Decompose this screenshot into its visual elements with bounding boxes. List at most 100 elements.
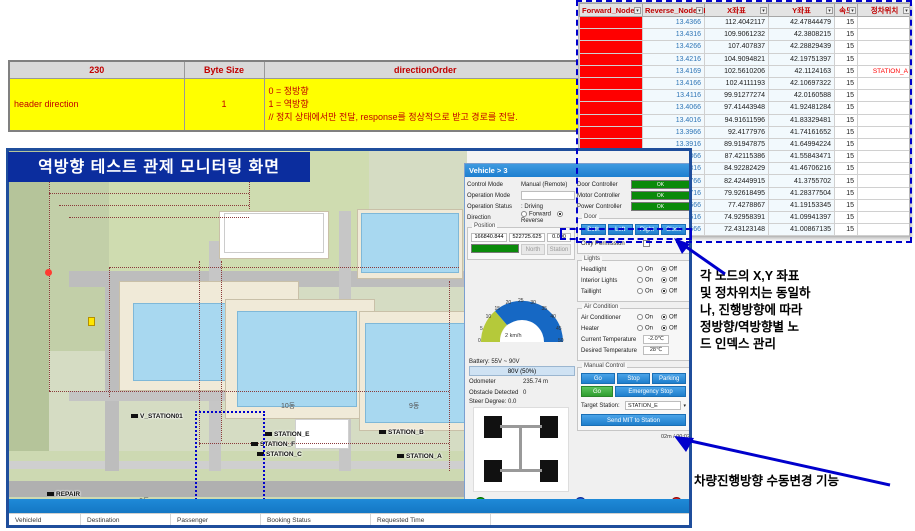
spec-desc-line-1: 1 = 역방향 xyxy=(268,98,309,109)
spec-field-name: header direction xyxy=(8,77,185,132)
booking-table-toolbar[interactable] xyxy=(9,499,689,513)
light-on-label: On xyxy=(645,277,654,284)
gauge-tick-20: 20 xyxy=(505,299,512,306)
gauge-tick-50: 50 xyxy=(558,338,564,344)
target-station-label: Target Station: xyxy=(581,402,620,409)
odometer-label: Odometer xyxy=(469,378,496,385)
light-on-label: On xyxy=(645,288,654,295)
gauge-tick-15: 15 xyxy=(494,305,501,312)
station-button[interactable]: Station xyxy=(547,244,571,255)
manual-button-go[interactable]: Go xyxy=(581,373,615,384)
map-station-label[interactable]: REPAIR xyxy=(47,491,80,498)
obstacle-value: 0 xyxy=(523,389,527,396)
light-on-radio[interactable] xyxy=(637,288,643,295)
battery-label: Battery: 55V ~ 90V xyxy=(469,359,520,365)
target-station-select[interactable]: STATION_E xyxy=(625,401,682,410)
odometer-row: Odometer 235.74 m xyxy=(469,376,575,387)
map-station-label[interactable]: STATION_B xyxy=(379,429,424,436)
site-map[interactable]: V_STATION01REPAIRINITSTATION_ESTATION_FS… xyxy=(9,151,467,499)
air-off-radio[interactable] xyxy=(661,325,668,332)
light-row: Taillight On Off xyxy=(581,286,686,297)
light-off-radio[interactable] xyxy=(661,266,668,273)
spec-field-description: 0 = 정방향 1 = 역방향 // 정지 상태에서만 전달, response… xyxy=(263,77,588,132)
air-off-label: Off xyxy=(669,325,677,332)
manual-go-button[interactable]: Go xyxy=(581,386,613,397)
gauge-tick-45: 45 xyxy=(556,325,562,332)
annotation-line: 정방향/역방향별 노 xyxy=(700,320,799,334)
air-row: Heater On Off xyxy=(581,323,686,334)
annotation-line: 드 인덱스 관리 xyxy=(700,337,776,351)
gauge-tick-35: 35 xyxy=(541,305,548,312)
vehicle-panel-left-column: Control Mode Manual (Remote) Operation M… xyxy=(467,179,689,525)
chassis-diagram xyxy=(473,407,569,492)
light-on-radio[interactable] xyxy=(637,266,643,273)
booking-column-header[interactable]: Booking Status xyxy=(261,514,371,525)
lights-group-label: Lights xyxy=(582,256,603,262)
control-mode-value: Manual (Remote) xyxy=(521,181,568,188)
air-off-label: Off xyxy=(669,314,677,321)
position-y-field[interactable]: 522725.625 xyxy=(509,233,545,242)
operation-mode-field[interactable] xyxy=(521,191,575,200)
gauge-tick-40: 40 xyxy=(550,314,556,321)
booking-column-spacer xyxy=(491,514,689,525)
current-temperature-value: -2.0℃ xyxy=(643,335,669,344)
light-on-radio[interactable] xyxy=(637,277,643,284)
air-list: Air Conditioner On Off Heater On Off xyxy=(581,312,686,334)
direction-row: Direction Forward Reverse xyxy=(467,211,575,224)
speed-gauge: 0 5 10 15 20 25 30 35 40 45 50 2 km/h xyxy=(471,289,573,355)
manual-button-stop[interactable]: Stop xyxy=(616,373,651,384)
map-station-label[interactable]: V_STATION01 xyxy=(131,413,183,420)
light-off-radio[interactable] xyxy=(661,277,668,284)
send-mit-button[interactable]: Send MIT to Station xyxy=(581,414,686,426)
position-x-field[interactable]: 166840.844 xyxy=(471,233,507,242)
air-label: Air Conditioner xyxy=(581,314,621,321)
spec-header-row: 230 Byte Size directionOrder xyxy=(8,60,588,79)
light-off-radio[interactable] xyxy=(661,288,668,295)
operation-mode-label: Operation Mode xyxy=(467,192,511,199)
manual-control-group-label: Manual Control xyxy=(582,363,627,369)
annotation-line: 나, 진행방향에 따라 xyxy=(700,303,803,317)
booking-column-header[interactable]: Destination xyxy=(81,514,171,525)
odometer-value: 235.74 m xyxy=(523,378,549,385)
annotation-line: 각 노드의 X,Y 좌표 xyxy=(700,269,800,283)
map-station-label[interactable]: STATION_E xyxy=(265,431,310,438)
spec-desc-line-2: // 정지 상태에서만 전달, response를 정상적으로 받고 경로를 전… xyxy=(268,111,518,122)
air-on-label: On xyxy=(645,314,654,321)
map-station-label[interactable]: STATION_A xyxy=(397,453,442,460)
spec-header-code: 230 xyxy=(8,60,185,79)
light-label: Taillight xyxy=(581,288,602,295)
booking-column-header[interactable]: Passenger xyxy=(171,514,261,525)
gauge-tick-5: 5 xyxy=(479,325,483,332)
spec-body-row: header direction 1 0 = 정방향 1 = 역방향 // 정지… xyxy=(8,77,588,132)
booking-table[interactable]: VehicleId Destination Passenger Booking Sta… xyxy=(9,499,689,525)
gauge-tick-30: 30 xyxy=(530,299,536,306)
booking-column-header[interactable]: VehicleId xyxy=(9,514,81,525)
air-on-radio[interactable] xyxy=(637,314,643,321)
booking-column-header[interactable]: Requested Time xyxy=(371,514,491,525)
obstacle-label: Obstacle Detected xyxy=(469,389,519,396)
booking-table-header-row: VehicleId Destination Passenger Booking Sta… xyxy=(9,513,689,525)
gauge-tick-25: 25 xyxy=(518,298,524,304)
air-group-label: Air Condition xyxy=(582,304,621,310)
spec-field-size: 1 xyxy=(183,77,265,132)
position-group-label: Position xyxy=(472,223,498,229)
manual-button-row: Go Stop Parking xyxy=(581,373,687,384)
north-button[interactable]: North xyxy=(521,244,545,255)
light-off-label: Off xyxy=(669,288,677,295)
steer-degree: Steer Degree: 0.0 xyxy=(469,399,517,405)
spec-desc-line-0: 0 = 정방향 xyxy=(268,85,309,96)
desired-temperature-value[interactable]: 28℃ xyxy=(643,346,669,355)
protocol-spec-table: 230 Byte Size directionOrder header dire… xyxy=(8,60,588,132)
map-building-label: 9동 xyxy=(409,403,420,410)
air-off-radio[interactable] xyxy=(661,314,668,321)
emergency-stop-button[interactable]: Emergency Stop xyxy=(615,386,686,397)
air-on-radio[interactable] xyxy=(637,325,643,332)
direction-forward-radio[interactable] xyxy=(521,211,527,218)
gauge-tick-0: 0 xyxy=(478,338,481,344)
manual-button-parking[interactable]: Parking xyxy=(652,373,687,384)
heading-bar xyxy=(471,244,519,253)
gauge-speed-readout: 2 km/h xyxy=(505,333,522,339)
direction-reverse-radio[interactable] xyxy=(556,211,563,218)
chevron-down-icon[interactable]: ▾ xyxy=(683,403,686,409)
light-label: Headlight xyxy=(581,266,607,273)
